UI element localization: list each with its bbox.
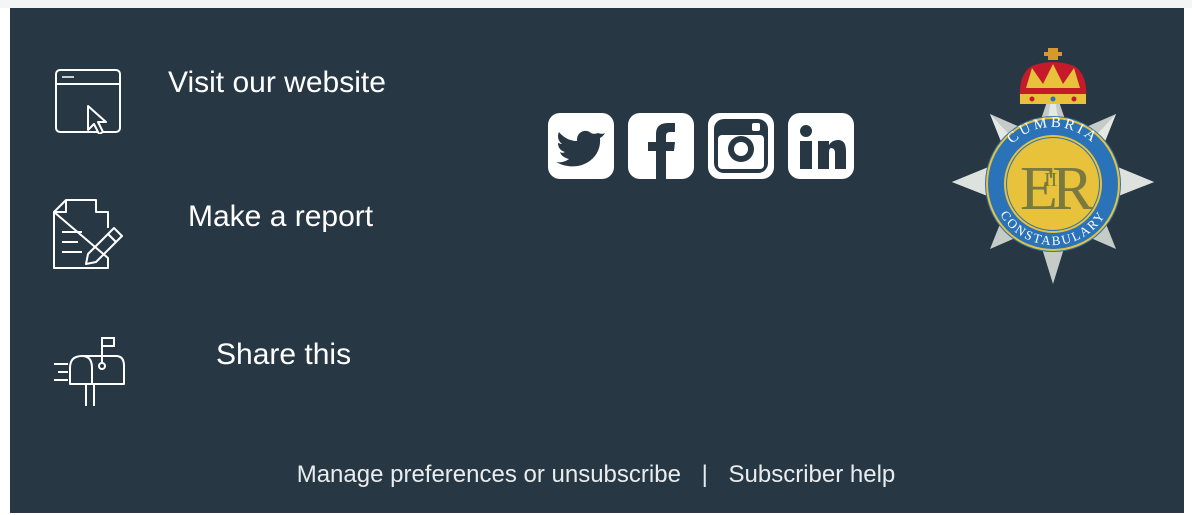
facebook-button[interactable] bbox=[628, 113, 694, 179]
linkedin-button[interactable] bbox=[788, 113, 854, 179]
browser-cursor-icon bbox=[52, 68, 126, 139]
linkedin-icon bbox=[800, 125, 846, 169]
manage-preferences-link[interactable]: Manage preferences or unsubscribe bbox=[297, 461, 681, 488]
footer-separator: | bbox=[701, 461, 708, 488]
make-report-label: Make a report bbox=[188, 200, 374, 233]
visit-website-label: Visit our website bbox=[168, 66, 386, 99]
constabulary-badge-logo: CUMBRIA CONSTABULARY E II R bbox=[948, 44, 1158, 297]
twitter-button[interactable] bbox=[548, 113, 614, 179]
mailbox-icon bbox=[52, 334, 132, 413]
footer-links: Manage preferences or unsubscribe | Subs… bbox=[0, 461, 1192, 489]
document-edit-icon bbox=[52, 198, 126, 277]
subscriber-help-link[interactable]: Subscriber help bbox=[729, 461, 896, 488]
scan-edge bbox=[0, 0, 1192, 8]
svg-text:R: R bbox=[1052, 155, 1094, 223]
instagram-button[interactable] bbox=[708, 113, 774, 179]
share-this-link[interactable]: Share this bbox=[0, 330, 430, 410]
facebook-icon bbox=[648, 123, 675, 179]
share-this-label: Share this bbox=[216, 338, 352, 371]
make-report-link[interactable]: Make a report bbox=[0, 190, 430, 280]
instagram-icon bbox=[714, 119, 768, 173]
visit-website-link[interactable]: Visit our website bbox=[0, 60, 430, 140]
twitter-icon bbox=[556, 130, 605, 167]
